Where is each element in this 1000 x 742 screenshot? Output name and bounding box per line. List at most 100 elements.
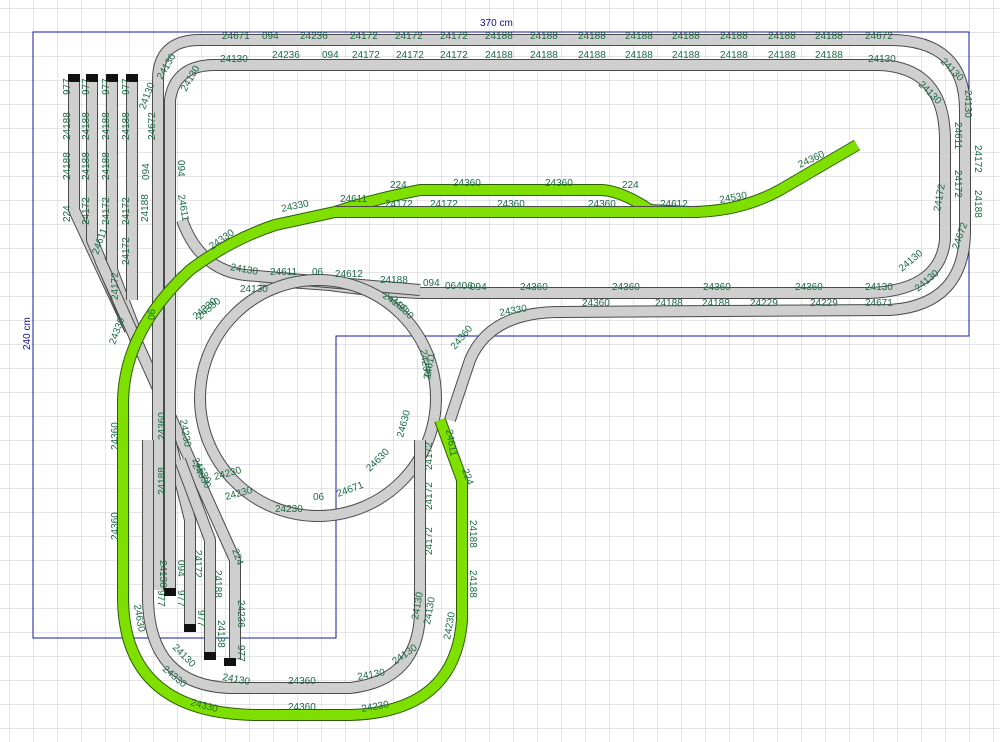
track-label: 094	[423, 278, 440, 289]
track-label: 24130	[157, 560, 168, 588]
track-label: 24188	[972, 190, 983, 218]
track-label: 094	[470, 282, 487, 293]
track-label: 24188	[578, 31, 606, 42]
track-label: 24236	[300, 31, 328, 42]
track-label: 24360	[497, 199, 525, 210]
track-label: 24188	[578, 50, 606, 61]
track-label: 24188	[81, 112, 92, 140]
track-label: 224	[62, 205, 73, 222]
track-label: 977	[235, 645, 246, 662]
track-label: 24360	[588, 199, 616, 210]
track-label: 24188	[625, 50, 653, 61]
track-label: 24188	[121, 112, 132, 140]
track-label: 24612	[660, 199, 688, 210]
bumper-icon	[224, 658, 236, 666]
track-label: 24130	[220, 54, 248, 65]
track-label: 24611	[340, 194, 368, 205]
track-label: 24188	[720, 50, 748, 61]
track-label: 24188	[485, 50, 513, 61]
track-label: 24172	[424, 527, 435, 555]
track-label: 24188	[212, 570, 223, 598]
track-label: 24360	[545, 178, 573, 189]
track-label: 24360	[520, 282, 548, 293]
track-label: 24188	[625, 31, 653, 42]
height-dimension-label: 240 cm	[22, 317, 33, 350]
track-label: 977	[155, 590, 166, 607]
track-label: 24172	[110, 272, 121, 300]
track-label: 24188	[62, 152, 73, 180]
track-label: 24188	[101, 152, 112, 180]
track-label: 24188	[815, 50, 843, 61]
track-label: 24172	[101, 197, 112, 225]
track-label: 24130	[240, 284, 268, 295]
track-label: 977	[62, 78, 73, 95]
track-label: 24172	[424, 442, 435, 470]
track-label: 24612	[335, 269, 363, 280]
track-label: 24188	[530, 50, 558, 61]
track-label: 24172	[972, 145, 983, 173]
track-label: 24236	[272, 50, 300, 61]
track-label: 094	[322, 50, 339, 61]
track-label: 24172	[121, 237, 132, 265]
track-label: 24188	[140, 194, 151, 222]
track-label: 24172	[952, 170, 963, 198]
track-label: 977	[175, 590, 186, 607]
track-label: 094	[141, 163, 152, 180]
bumper-icon	[204, 652, 216, 660]
track-label: 06406	[445, 281, 473, 292]
layout-canvas: 370 cm 240 cm 24671 094 24236 24172 2417…	[0, 0, 1000, 742]
track-label: 24172	[430, 199, 458, 210]
track-label: 977	[81, 78, 92, 95]
track-label: 24188	[702, 298, 730, 309]
track-label: 24188	[467, 520, 478, 548]
track-label: 24188	[672, 50, 700, 61]
bumper-icon	[184, 624, 196, 632]
track-label: 24230	[275, 504, 303, 515]
track-label: 24229	[750, 298, 778, 309]
track-label: 24188	[485, 31, 513, 42]
track-label: 24236	[235, 600, 246, 628]
track-label: 24611	[270, 267, 298, 278]
track-label: 24360	[795, 282, 823, 293]
track-label: 24360	[612, 282, 640, 293]
track-label: 24360	[288, 702, 316, 713]
track-label: 24360	[110, 512, 121, 540]
track-label: 24188	[815, 31, 843, 42]
track-label: 06	[312, 267, 324, 278]
track-label: 24172	[81, 197, 92, 225]
track-label: 224	[390, 180, 407, 191]
track-label: 094	[262, 31, 279, 42]
track-label: 24672	[865, 31, 893, 42]
track-label: 977	[195, 610, 206, 627]
track-label: 24188	[720, 31, 748, 42]
track-label: 24188	[81, 152, 92, 180]
track-label: 24130	[962, 90, 973, 118]
track-label: 24188	[157, 467, 168, 495]
track-label: 977	[101, 78, 112, 95]
track-label: 24130	[865, 282, 893, 293]
width-dimension-label: 370 cm	[480, 18, 513, 29]
track-label: 24360	[582, 298, 610, 309]
track-label: 24188	[380, 275, 408, 286]
track-label: 24188	[768, 50, 796, 61]
track-label: 24172	[424, 482, 435, 510]
track-label: 24188	[655, 298, 683, 309]
track-label: 24671	[222, 31, 250, 42]
track-label: 094	[175, 560, 186, 577]
track-label: 24172	[395, 31, 423, 42]
track-label: 24172	[385, 199, 413, 210]
track-label: 224	[622, 180, 639, 191]
track-label: 24360	[288, 676, 316, 687]
track-label: 24611	[952, 122, 963, 150]
track-label: 24172	[440, 50, 468, 61]
track-label: 24188	[768, 31, 796, 42]
track-label: 24172	[192, 550, 203, 578]
track-label: 06	[313, 492, 325, 503]
track-label: 24188	[467, 570, 478, 598]
track-label: 24671	[865, 298, 893, 309]
track-label: 24360	[110, 422, 121, 450]
track-label: 24172	[396, 50, 424, 61]
track-label: 24188	[101, 112, 112, 140]
track-label: 06	[147, 308, 158, 320]
track-label: 24188	[672, 31, 700, 42]
